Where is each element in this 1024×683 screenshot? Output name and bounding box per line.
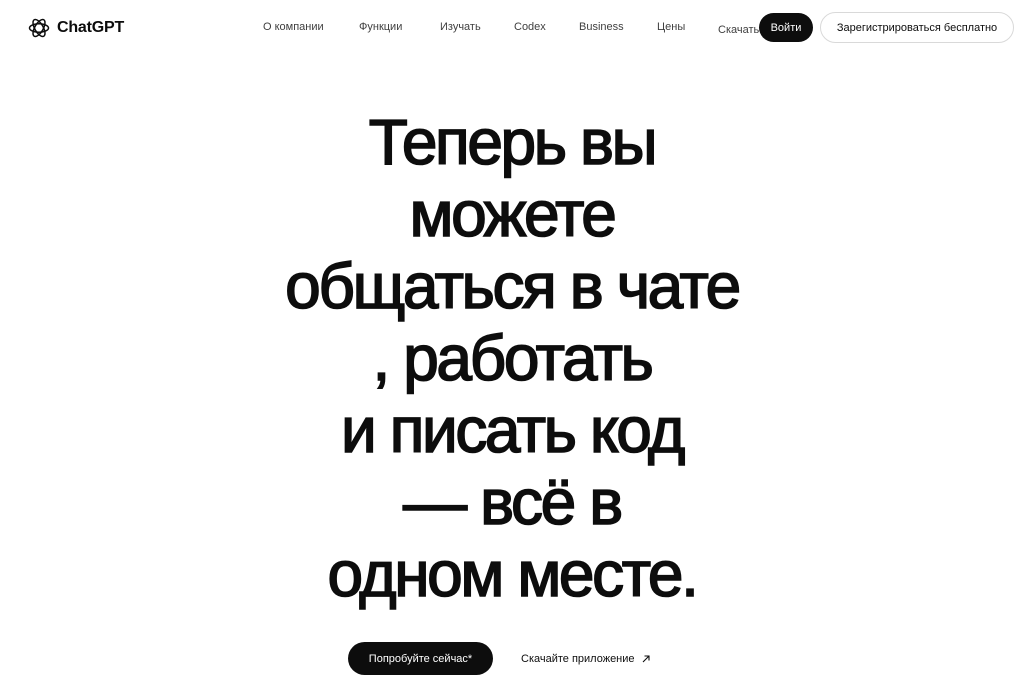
nav-item-download[interactable]: Скачать <box>718 23 759 34</box>
nav-item-codex[interactable]: Codex <box>514 20 546 34</box>
hero-title-line: общаться в чате <box>284 249 742 323</box>
hero-title-line: — всё в <box>402 465 624 539</box>
download-app-link[interactable]: Скачайте приложение <box>521 650 651 668</box>
hero-title-line: , работать <box>372 321 655 395</box>
login-button[interactable]: Войти <box>759 13 813 42</box>
site-header: ChatGPT О компании Функции Изучать Codex… <box>0 0 1024 56</box>
hero-title-line: Теперь вы <box>368 105 658 179</box>
arrow-up-right-icon <box>642 655 650 663</box>
nav-item-features[interactable]: Функции <box>359 20 402 34</box>
hero-title-line: одном месте. <box>327 537 700 611</box>
download-app-label: Скачайте приложение <box>521 653 635 665</box>
nav-item-pricing[interactable]: Цены <box>657 20 685 34</box>
signup-button[interactable]: Зарегистрироваться бесплатно <box>820 12 1014 43</box>
page: ChatGPT О компании Функции Изучать Codex… <box>0 0 1024 683</box>
hero-section: Теперь вы можете общаться в чате , работ… <box>212 105 812 611</box>
nav-item-about[interactable]: О компании <box>263 20 324 34</box>
try-now-button[interactable]: Попробуйте сейчас* <box>348 642 493 675</box>
nav-item-business[interactable]: Business <box>579 20 624 34</box>
hero-title-line: можете <box>409 177 618 251</box>
hero-title: Теперь вы можете общаться в чате , работ… <box>212 105 812 611</box>
hero-title-line: и писать код <box>340 393 686 467</box>
main-nav: О компании Функции Изучать Codex Busines… <box>0 0 780 56</box>
nav-item-download-wrapper: Скачать <box>718 20 762 34</box>
nav-item-learn[interactable]: Изучать <box>440 20 481 34</box>
